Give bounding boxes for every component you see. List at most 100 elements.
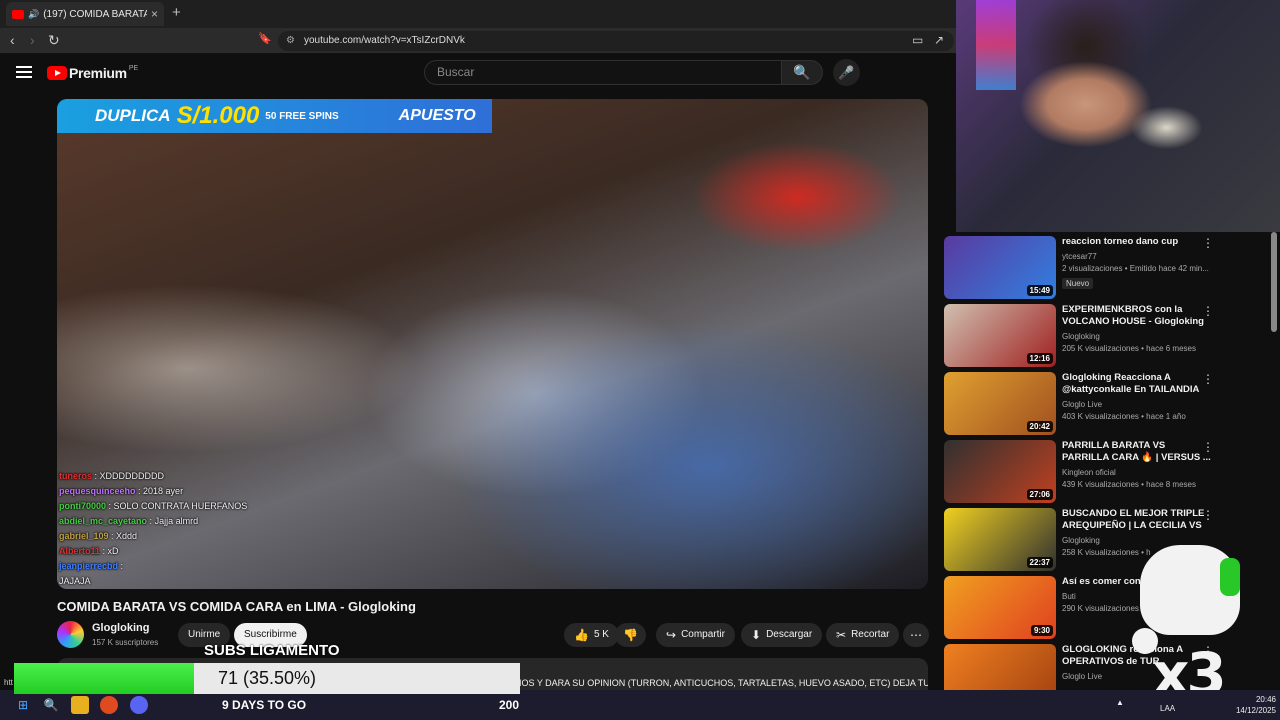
more-options-icon[interactable]: ⋮ bbox=[1202, 440, 1214, 454]
recommendation-meta: 2 visualizaciones • Emitido hace 42 min.… bbox=[1062, 264, 1209, 273]
video-duration: 22:37 bbox=[1026, 557, 1053, 568]
brave-browser-icon[interactable] bbox=[100, 696, 118, 714]
windows-start-icon[interactable]: ⊞ bbox=[14, 696, 32, 714]
share-icon: ↪ bbox=[666, 628, 677, 642]
recommendation-title[interactable]: reaccion torneo dano cup bbox=[1062, 236, 1212, 248]
youtube-masthead: Premium PE Buscar 🔍 🎤 bbox=[0, 54, 956, 94]
download-icon: ⬇ bbox=[751, 628, 762, 642]
clip-label: Recortar bbox=[851, 629, 890, 640]
chat-text: Jajja almrd bbox=[154, 516, 199, 526]
recommendation-item[interactable]: 12:16 EXPERIMENKBROS con la VOLCANO HOUSE… bbox=[944, 304, 1270, 368]
chat-separator: : bbox=[108, 531, 117, 541]
mascot-overlay: x3 bbox=[1130, 540, 1250, 710]
cast-icon[interactable]: ▭ bbox=[912, 33, 923, 47]
thumbs-down-icon: 👎 bbox=[623, 628, 638, 642]
recommendation-item[interactable]: 27:06 PARRILLA BARATA VS PARRILLA CARA 🔥 … bbox=[944, 440, 1270, 504]
share-page-icon[interactable]: ↗ bbox=[934, 33, 944, 47]
reload-icon[interactable]: ↻ bbox=[48, 32, 60, 49]
like-button[interactable]: 👍 5 K bbox=[564, 623, 619, 647]
screen: 🔊 (197) COMIDA BARATA VS CO × + ‹ › ↻ 🔖 … bbox=[0, 0, 1280, 720]
tab-close-icon[interactable]: × bbox=[151, 7, 158, 21]
recommendation-channel[interactable]: Gloglo Live bbox=[1062, 400, 1102, 409]
voice-search-button[interactable]: 🎤 bbox=[833, 59, 860, 86]
recommendation-thumbnail[interactable]: 12:16 bbox=[944, 304, 1056, 367]
share-button[interactable]: ↪ Compartir bbox=[656, 623, 735, 647]
scissors-icon: ✂ bbox=[836, 628, 847, 642]
chat-separator: : bbox=[118, 561, 124, 571]
recommendation-channel[interactable]: Kingleon oficial bbox=[1062, 468, 1116, 477]
chat-message: tuneros : XDDDDDDDDD bbox=[59, 469, 247, 484]
more-options-icon[interactable]: ⋮ bbox=[1202, 236, 1214, 250]
search-button[interactable]: 🔍 bbox=[781, 60, 823, 85]
url-text: youtube.com/watch?v=xTsIZcrDNVk bbox=[304, 35, 465, 46]
recommendation-title[interactable]: EXPERIMENKBROS con la VOLCANO HOUSE - Gl… bbox=[1062, 304, 1212, 328]
browser-tab[interactable]: 🔊 (197) COMIDA BARATA VS CO × bbox=[6, 2, 164, 26]
youtube-logo[interactable]: Premium PE bbox=[47, 65, 138, 81]
bookmark-icon[interactable]: 🔖 bbox=[258, 32, 272, 45]
share-label: Compartir bbox=[681, 629, 725, 640]
video-duration: 27:06 bbox=[1026, 489, 1053, 500]
back-arrow-icon[interactable]: ‹ bbox=[10, 32, 15, 48]
chat-separator: : bbox=[92, 471, 100, 481]
recommendation-thumbnail[interactable]: 27:06 bbox=[944, 440, 1056, 503]
chat-text: xD bbox=[107, 546, 119, 556]
address-bar-row: ‹ › ↻ 🔖 ⚙ youtube.com/watch?v=xTsIZcrDNV… bbox=[0, 28, 956, 54]
streamer-webcam bbox=[956, 0, 1280, 232]
download-label: Descargar bbox=[766, 629, 813, 640]
video-title: COMIDA BARATA VS COMIDA CARA en LIMA - G… bbox=[57, 599, 416, 614]
menu-icon[interactable] bbox=[16, 66, 32, 78]
recommendation-item[interactable]: 20:42 Glogloking Reacciona A @kattyconkal… bbox=[944, 372, 1270, 436]
url-field[interactable]: ⚙ youtube.com/watch?v=xTsIZcrDNVk bbox=[278, 31, 954, 51]
clip-button[interactable]: ✂ Recortar bbox=[826, 623, 900, 647]
region-code: PE bbox=[128, 64, 139, 72]
search-icon: 🔍 bbox=[793, 64, 811, 80]
recommendation-title[interactable]: Glogloking Reacciona A @kattyconkalle En… bbox=[1062, 372, 1212, 396]
chat-text: XDDDDDDDDD bbox=[99, 471, 165, 481]
recommendation-meta: 290 K visualizaciones bbox=[1062, 604, 1139, 613]
more-options-icon[interactable]: ⋮ bbox=[1202, 508, 1214, 522]
language-indicator[interactable]: LAA bbox=[1160, 704, 1175, 713]
more-options-icon[interactable]: ⋮ bbox=[1202, 304, 1214, 318]
site-info-icon[interactable]: ⚙ bbox=[286, 31, 295, 51]
sidebar-scrollbar[interactable] bbox=[1271, 232, 1277, 332]
youtube-play-icon bbox=[47, 66, 67, 80]
recommendation-channel[interactable]: Glogloking bbox=[1062, 536, 1100, 545]
recommendation-item[interactable]: 15:49 reaccion torneo dano cup ytcesar77 2 … bbox=[944, 236, 1270, 300]
taskbar-left-text: htt bbox=[4, 678, 13, 687]
recommendation-channel[interactable]: ytcesar77 bbox=[1062, 252, 1097, 261]
recommendation-title[interactable]: PARRILLA BARATA VS PARRILLA CARA 🔥 | VER… bbox=[1062, 440, 1212, 464]
dislike-button[interactable]: 👎 bbox=[615, 623, 646, 647]
file-explorer-icon[interactable] bbox=[71, 696, 89, 714]
channel-name[interactable]: Glogloking bbox=[92, 622, 149, 634]
system-clock[interactable]: 20:46 14/12/2025 bbox=[1222, 694, 1276, 716]
subs-goal-bar: 71 (35.50%) bbox=[14, 663, 520, 694]
discord-icon[interactable] bbox=[130, 696, 148, 714]
description-text: IOS Y DARA SU OPINION (TURRON, ANTICUCHO… bbox=[519, 678, 928, 688]
speaker-icon[interactable]: 🔊 bbox=[28, 9, 39, 20]
recommendation-thumbnail[interactable]: 9:30 bbox=[944, 576, 1056, 639]
recommendation-thumbnail[interactable]: 20:42 bbox=[944, 372, 1056, 435]
chat-message: abdiel_mc_cayetano : Jajja almrd bbox=[59, 514, 247, 529]
recommendation-channel[interactable]: Gloglo Live bbox=[1062, 672, 1102, 681]
recommendation-thumbnail[interactable]: 15:49 bbox=[944, 236, 1056, 299]
more-options-icon[interactable]: ⋮ bbox=[1202, 372, 1214, 386]
download-button[interactable]: ⬇ Descargar bbox=[741, 623, 823, 647]
new-tab-button[interactable]: + bbox=[172, 4, 181, 21]
recommendation-thumbnail[interactable]: 22:37 bbox=[944, 508, 1056, 571]
chat-text: 2018 ayer bbox=[143, 486, 184, 496]
recommendation-title[interactable]: BUSCANDO EL MEJOR TRIPLE AREQUIPEÑO | LA… bbox=[1062, 508, 1212, 533]
video-duration: 9:30 bbox=[1030, 625, 1053, 636]
search-taskbar-icon[interactable]: 🔍 bbox=[42, 696, 60, 714]
more-actions-button[interactable]: ⋯ bbox=[903, 623, 929, 647]
recommendation-channel[interactable]: Buti bbox=[1062, 592, 1076, 601]
channel-avatar[interactable] bbox=[57, 621, 84, 648]
banner-spins: 50 FREE SPINS bbox=[265, 110, 339, 122]
tray-chevron-icon[interactable]: ▲ bbox=[1116, 698, 1124, 707]
recommendation-channel[interactable]: Glogloking bbox=[1062, 332, 1100, 341]
logo-text: Premium bbox=[69, 65, 127, 81]
subs-goal-progress: 71 (35.50%) bbox=[217, 668, 317, 688]
search-input[interactable]: Buscar bbox=[424, 60, 782, 85]
forward-arrow-icon[interactable]: › bbox=[30, 32, 35, 48]
chat-message: JAJAJA bbox=[59, 574, 247, 589]
video-player[interactable]: DUPLICA S/1.000 50 FREE SPINS APUESTO tu… bbox=[57, 99, 928, 589]
